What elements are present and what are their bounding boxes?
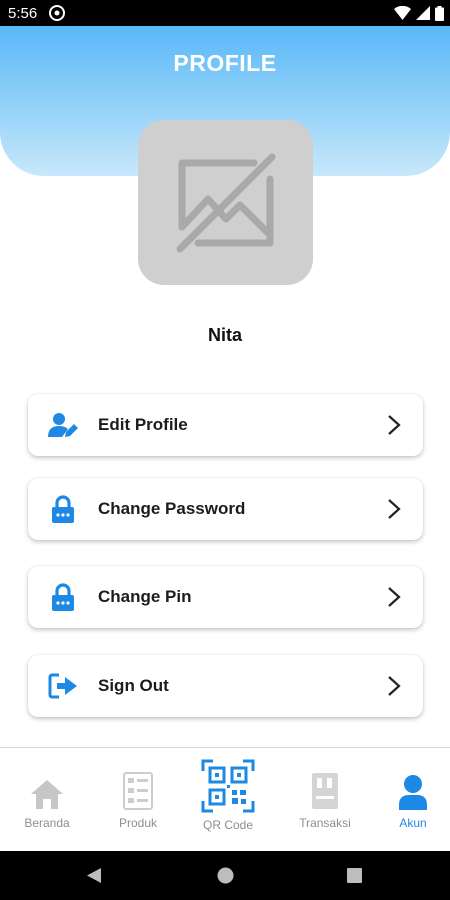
signal-icon xyxy=(416,6,430,20)
broken-image-icon xyxy=(176,153,275,252)
recents-icon[interactable] xyxy=(347,868,362,883)
nav-label: Produk xyxy=(118,816,158,830)
status-icons xyxy=(394,4,444,22)
chevron-right-icon xyxy=(388,415,401,435)
status-time: 5:56 xyxy=(8,5,38,22)
menu-label: Sign Out xyxy=(98,676,169,695)
page-title: PROFILE xyxy=(173,50,277,76)
nav-item-produk[interactable]: Produk xyxy=(94,748,182,851)
nav-label: Beranda xyxy=(24,816,70,830)
back-icon[interactable] xyxy=(86,867,102,884)
nav-item-qr-code[interactable]: QR Code xyxy=(182,748,274,851)
nav-label: Akun xyxy=(399,816,427,830)
avatar[interactable] xyxy=(138,120,313,285)
nav-item-beranda[interactable]: Beranda xyxy=(0,748,94,851)
battery-icon xyxy=(435,5,444,21)
menu-label: Change Pin xyxy=(98,587,192,606)
bottom-nav: Beranda Produk QR Code Transaksi Akun xyxy=(0,748,450,851)
edit-profile-button[interactable]: Edit Profile xyxy=(28,394,423,456)
nav-label: QR Code xyxy=(202,818,254,832)
transaction-icon xyxy=(311,766,339,810)
product-list-icon xyxy=(123,766,153,810)
chevron-right-icon xyxy=(388,676,401,696)
sign-out-icon xyxy=(48,672,78,700)
nav-item-transaksi[interactable]: Transaksi xyxy=(274,748,376,851)
home-icon xyxy=(29,766,65,810)
home-button-icon[interactable] xyxy=(217,867,234,884)
edit-user-icon xyxy=(48,411,78,439)
lock-icon xyxy=(48,495,78,523)
user-name: Nita xyxy=(207,325,242,345)
status-bar: 5:56 xyxy=(0,0,450,26)
system-navigation-bar xyxy=(0,851,450,900)
lock-icon xyxy=(48,583,78,611)
menu-label: Change Password xyxy=(98,499,246,518)
nav-label: Transaksi xyxy=(299,816,351,830)
chevron-right-icon xyxy=(388,587,401,607)
chevron-right-icon xyxy=(388,499,401,519)
sign-out-button[interactable]: Sign Out xyxy=(28,655,423,717)
account-icon xyxy=(398,766,428,810)
notification-icon xyxy=(49,5,65,21)
change-password-button[interactable]: Change Password xyxy=(28,478,423,540)
wifi-icon xyxy=(394,6,411,20)
qr-code-icon xyxy=(200,758,256,814)
menu-label: Edit Profile xyxy=(98,415,188,434)
nav-item-akun[interactable]: Akun xyxy=(376,748,450,851)
change-pin-button[interactable]: Change Pin xyxy=(28,566,423,628)
